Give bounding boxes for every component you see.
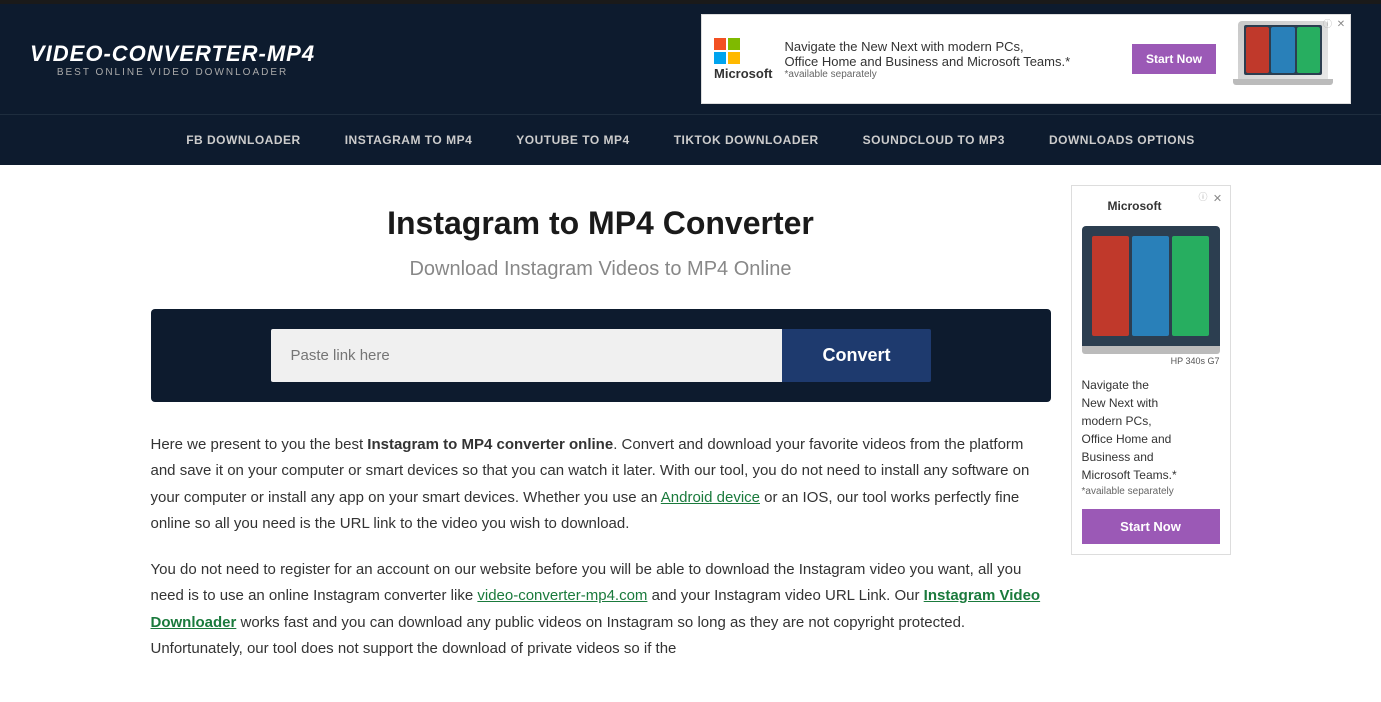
side-ms-sq-blue <box>1082 207 1091 216</box>
ad-top-text: Navigate the New Next with modern PCs, O… <box>785 39 1120 80</box>
laptop-screen <box>1244 25 1322 75</box>
side-ad-info-icon[interactable]: ⓘ <box>1198 190 1207 203</box>
main-content: Instagram to MP4 Converter Download Inst… <box>151 185 1051 682</box>
side-screen-inner <box>1088 232 1212 340</box>
ms-sq-yellow <box>728 52 740 64</box>
side-person-2 <box>1132 236 1169 336</box>
ms-sq-green <box>728 38 740 50</box>
nav-instagram-mp4[interactable]: INSTAGRAM TO MP4 <box>323 115 495 165</box>
person-2 <box>1271 27 1294 73</box>
side-ad-line6: Microsoft Teams.* <box>1082 466 1220 484</box>
ad-close-button[interactable]: ✕ <box>1334 17 1348 31</box>
person-3 <box>1297 27 1320 73</box>
screen-people <box>1244 25 1322 75</box>
ms-sq-blue <box>714 52 726 64</box>
side-ms-sq-green <box>1093 196 1102 205</box>
side-ms-brand: Microsoft <box>1108 199 1162 213</box>
p2-middle: and your Instagram video URL Link. Our <box>647 587 923 604</box>
page-wrapper: Instagram to MP4 Converter Download Inst… <box>0 165 1381 702</box>
laptop-label-top: HP 340s G7 <box>1259 87 1308 97</box>
site-link[interactable]: video-converter-mp4.com <box>477 587 647 604</box>
side-person-3 <box>1172 236 1209 336</box>
side-cta-button[interactable]: Start Now <box>1082 509 1220 544</box>
page-title: Instagram to MP4 Converter <box>151 205 1051 242</box>
side-ms-sq-red <box>1082 196 1091 205</box>
person-1 <box>1246 27 1269 73</box>
top-ad-banner: Microsoft Navigate the New Next with mod… <box>701 14 1351 104</box>
sidebar: ⓘ ✕ Microsoft <box>1071 185 1231 682</box>
ad-disclaimer: *available separately <box>785 69 1120 80</box>
side-ad-text: Navigate the New Next with modern PCs, O… <box>1082 376 1220 499</box>
converter-box: Convert <box>151 309 1051 402</box>
side-ad: ⓘ ✕ Microsoft <box>1071 185 1231 555</box>
main-nav: FB DOWNLOADER INSTAGRAM TO MP4 YOUTUBE T… <box>0 114 1381 165</box>
nav-downloads-options[interactable]: DOWNLOADS OPTIONS <box>1027 115 1217 165</box>
side-ms-grid <box>1082 196 1102 216</box>
header: VIDEO-CONVERTER-MP4 BEST ONLINE VIDEO DO… <box>0 4 1381 114</box>
page-subtitle: Download Instagram Videos to MP4 Online <box>151 258 1051 281</box>
side-ad-line1: Navigate the <box>1082 376 1220 394</box>
p2-suffix: works fast and you can download any publ… <box>151 614 966 657</box>
side-ms-sq-yellow <box>1093 207 1102 216</box>
ad-top-cta-button[interactable]: Start Now <box>1132 44 1216 74</box>
laptop-base <box>1233 79 1333 85</box>
ms-brand-top: Microsoft <box>714 66 773 81</box>
url-input[interactable] <box>271 329 783 382</box>
side-ad-close-button[interactable]: ✕ <box>1210 190 1226 206</box>
logo-title: VIDEO-CONVERTER-MP4 <box>30 41 315 67</box>
logo: VIDEO-CONVERTER-MP4 BEST ONLINE VIDEO DO… <box>30 41 315 78</box>
convert-button[interactable]: Convert <box>782 329 930 382</box>
side-ad-line5: Business and <box>1082 448 1220 466</box>
logo-subtitle: BEST ONLINE VIDEO DOWNLOADER <box>57 67 288 78</box>
side-ad-line4: Office Home and <box>1082 430 1220 448</box>
paragraph-1: Here we present to you the best Instagra… <box>151 432 1051 537</box>
p1-prefix: Here we present to you the best <box>151 436 368 453</box>
side-ad-line3: modern PCs, <box>1082 412 1220 430</box>
ad-laptop-image: HP 340s G7 <box>1228 21 1338 97</box>
nav-fb-downloader[interactable]: FB DOWNLOADER <box>164 115 323 165</box>
side-person-1 <box>1092 236 1129 336</box>
laptop-screen-container <box>1238 21 1328 79</box>
side-laptop-base <box>1082 346 1220 354</box>
ms-sq-red <box>714 38 726 50</box>
paragraph-2: You do not need to register for an accou… <box>151 557 1051 662</box>
p1-bold: Instagram to MP4 converter online <box>367 436 613 453</box>
side-laptop-screen <box>1082 226 1220 346</box>
nav-soundcloud-mp3[interactable]: SOUNDCLOUD TO MP3 <box>841 115 1027 165</box>
body-text: Here we present to you the best Instagra… <box>151 432 1051 662</box>
ms-logo-top: Microsoft <box>714 38 773 81</box>
android-link[interactable]: Android device <box>661 489 760 506</box>
nav-tiktok-downloader[interactable]: TIKTOK DOWNLOADER <box>652 115 841 165</box>
side-ad-disclaimer: *available separately <box>1082 484 1220 499</box>
converter-inner: Convert <box>271 329 931 382</box>
side-ad-line2: New Next with <box>1082 394 1220 412</box>
ad-headline1: Navigate the New Next with modern PCs, <box>785 39 1120 54</box>
nav-youtube-mp4[interactable]: YOUTUBE TO MP4 <box>494 115 651 165</box>
ad-headline2: Office Home and Business and Microsoft T… <box>785 54 1120 69</box>
side-laptop: HP 340s G7 <box>1082 226 1220 366</box>
ad-info-icon[interactable]: ⓘ <box>1323 17 1332 30</box>
side-laptop-label: HP 340s G7 <box>1082 356 1220 366</box>
